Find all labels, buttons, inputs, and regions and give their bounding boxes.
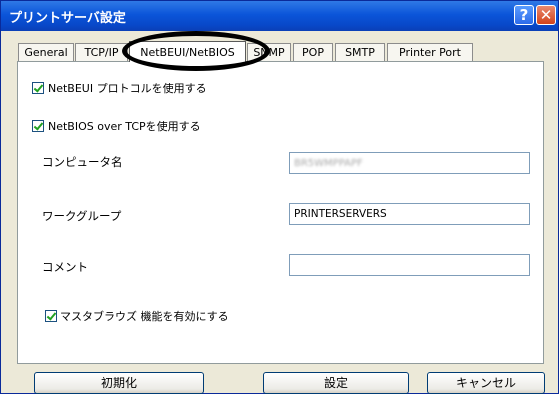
computer-name-label: コンピュータ名 [42,155,123,169]
netbeui-checkbox-label: NetBEUI プロトコルを使用する [48,82,207,95]
netbios-checkbox[interactable] [32,120,44,132]
highlight-ellipse [122,31,270,71]
dialog-window: プリントサーバ設定 ? ✕ General TCP/IP NetBEUI/Net… [0,0,559,394]
workgroup-field[interactable]: PRINTERSERVERS [289,203,530,225]
netbios-checkbox-label: NetBIOS over TCPを使用する [48,120,201,133]
workgroup-label: ワークグループ [42,209,122,223]
netbeui-checkbox[interactable] [32,82,44,94]
title-bar[interactable]: プリントサーバ設定 ? ✕ [1,1,558,31]
comment-label: コメント [42,260,88,274]
computer-name-field[interactable]: BR5WMPPAPF [289,152,530,174]
close-button[interactable]: ✕ [536,5,556,25]
window-title: プリントサーバ設定 [9,11,126,26]
reset-button[interactable]: 初期化 [34,372,204,394]
tab-general[interactable]: General [18,43,74,62]
apply-button[interactable]: 設定 [263,372,409,394]
help-button[interactable]: ? [514,5,534,25]
tab-smtp[interactable]: SMTP [335,43,385,62]
tab-printer-port[interactable]: Printer Port [387,43,473,62]
master-browse-checkbox-label: マスタブラウズ 機能を有効にする [60,310,229,323]
tab-pop[interactable]: POP [293,43,333,62]
workgroup-value: PRINTERSERVERS [294,208,387,220]
comment-field[interactable] [289,254,530,276]
tab-tcpip[interactable]: TCP/IP [75,43,128,62]
master-browse-checkbox[interactable] [45,310,57,322]
computer-name-value: BR5WMPPAPF [294,158,363,169]
cancel-button[interactable]: キャンセル [427,372,545,394]
